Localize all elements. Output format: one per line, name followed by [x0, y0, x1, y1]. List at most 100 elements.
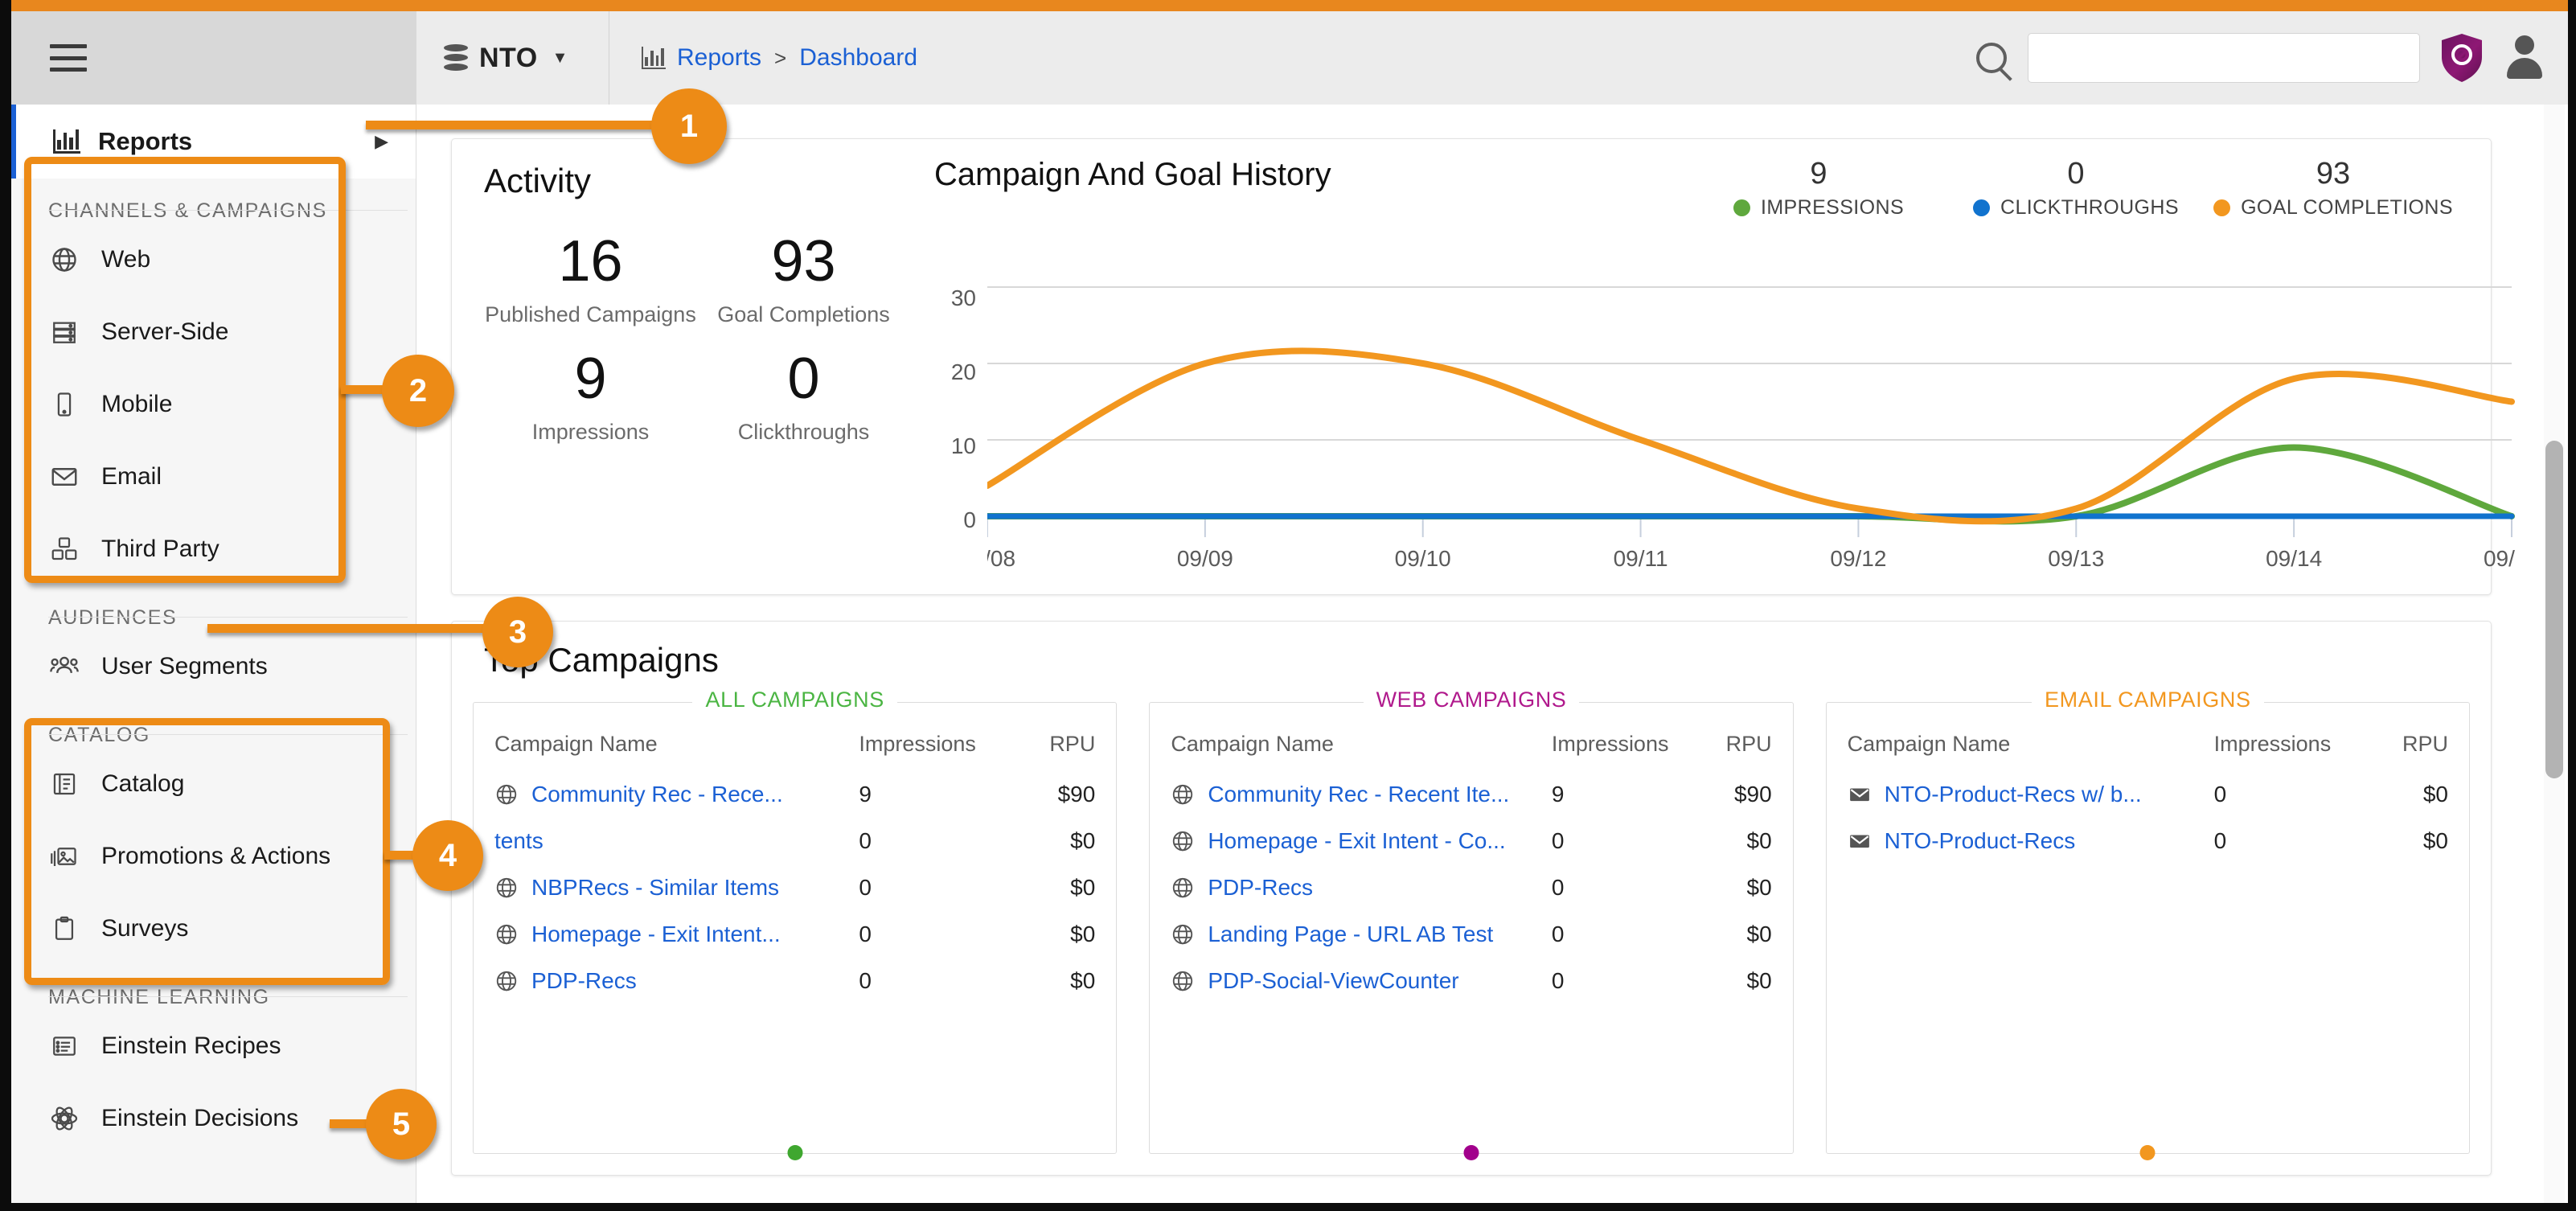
org-name-label: NTO	[479, 42, 538, 73]
sidebar-item-einstein-recipes[interactable]: Einstein Recipes	[11, 1010, 416, 1082]
panel-legend-label: WEB CAMPAIGNS	[1363, 688, 1580, 712]
search-icon[interactable]	[1976, 43, 2007, 73]
atom-gear-icon	[48, 1102, 80, 1135]
cell-impressions: 0	[1551, 828, 1565, 853]
cell-rpu: $90	[1057, 782, 1096, 807]
org-selector[interactable]: NTO ▼	[416, 11, 609, 105]
cell-impressions: 0	[1551, 922, 1565, 946]
bar-chart-icon	[53, 129, 80, 154]
svg-text:09/10: 09/10	[1395, 546, 1451, 571]
legend-item-clickthroughs: 0 CLICKTHROUGHS	[1947, 157, 2205, 220]
kpi-label: Impressions	[531, 420, 650, 445]
cell-impressions: 0	[2213, 782, 2227, 807]
shield-gear-icon[interactable]	[2441, 33, 2483, 83]
sidebar-group-title: MACHINE LEARNING	[48, 986, 286, 1009]
campaign-link[interactable]: Landing Page - URL AB Test	[1208, 922, 1493, 947]
cell-rpu: $0	[2422, 828, 2448, 853]
table-row[interactable]: Homepage - Exit Intent - Co... 0 $0	[1171, 818, 1772, 864]
campaign-link[interactable]: NTO-Product-Recs w/ b...	[1885, 782, 2142, 807]
panel-indicator-dot	[1463, 1145, 1479, 1160]
kpi-impressions: 9 Impressions	[484, 350, 697, 446]
chevron-down-icon[interactable]: ▼	[552, 49, 568, 68]
window-left-border	[0, 0, 11, 1211]
campaign-link[interactable]: PDP-Recs	[531, 968, 637, 994]
campaign-link[interactable]: Community Rec - Rece...	[531, 782, 783, 807]
cell-impressions: 0	[859, 968, 872, 993]
hamburger-zone	[11, 11, 416, 105]
callout-badge: 4	[412, 820, 483, 891]
cell-rpu: $0	[1070, 828, 1096, 853]
sidebar-item-label: Einstein Recipes	[101, 1032, 281, 1059]
y-tick-30: 30	[950, 285, 976, 310]
chart-plot-area: 30 20 10 0 09/08 09/09 09/10 09/11 09/12 09/1…	[934, 247, 2515, 578]
panel-legend-label: EMAIL CAMPAIGNS	[2032, 688, 2264, 712]
web-campaigns-panel: WEB CAMPAIGNS Campaign Name Impressions …	[1149, 688, 1794, 1160]
svg-text:09/15: 09/15	[2484, 546, 2515, 571]
app-window: NTO ▼ Reports > Dashboard Reports ▶ CHAN…	[0, 0, 2576, 1211]
globe-icon	[1171, 969, 1195, 993]
user-avatar-icon[interactable]	[2504, 35, 2545, 80]
kpi-grid: 16 Published Campaigns 93 Goal Completio…	[484, 232, 910, 468]
svg-text:09/12: 09/12	[1830, 546, 1886, 571]
panel-indicator-dot	[787, 1145, 803, 1160]
campaign-link[interactable]: Homepage - Exit Intent...	[531, 922, 781, 947]
campaign-link[interactable]: NBPRecs - Similar Items	[531, 875, 779, 901]
chart-svg: 09/08 09/09 09/10 09/11 09/12 09/13 09/14 09/15	[987, 286, 2515, 571]
sidebar-item-label: Reports	[98, 127, 193, 155]
breadcrumb-dashboard-link[interactable]: Dashboard	[799, 44, 917, 72]
activity-and-history-card: Activity 16 Published Campaigns 93 Goal …	[451, 138, 2515, 595]
sidebar-item-label: User Segments	[101, 653, 268, 679]
sidebar-item-user-segments[interactable]: User Segments	[11, 630, 416, 703]
y-tick-10: 10	[950, 433, 976, 458]
table-row[interactable]: NBPRecs - Similar Items 0 $0	[494, 864, 1095, 911]
campaign-link[interactable]: Homepage - Exit Intent - Co...	[1208, 828, 1505, 854]
panel-legend-label: ALL CAMPAIGNS	[692, 688, 897, 712]
campaign-link[interactable]: PDP-Social-ViewCounter	[1208, 968, 1458, 994]
sidebar-item-einstein-decisions[interactable]: Einstein Decisions	[11, 1082, 416, 1155]
col-header-name: Campaign Name	[1171, 732, 1334, 756]
breadcrumb-separator: >	[774, 45, 787, 70]
cell-rpu: $0	[1746, 875, 1772, 900]
campaign-link[interactable]: NTO-Product-Recs	[1885, 828, 2076, 854]
list-icon	[48, 1030, 80, 1062]
table-row[interactable]: Community Rec - Rece... 9 $90	[494, 771, 1095, 818]
bar-chart-icon	[642, 47, 666, 69]
table-row[interactable]: PDP-Recs 0 $0	[494, 958, 1095, 1004]
globe-icon	[494, 969, 519, 993]
table-row[interactable]: NTO-Product-Recs w/ b... 0 $0	[1848, 771, 2448, 818]
table-row[interactable]: NTO-Product-Recs 0 $0	[1848, 818, 2448, 864]
web-campaigns-table: Campaign Name Impressions RPU Community …	[1171, 727, 1771, 1004]
cell-impressions: 9	[859, 782, 872, 807]
campaign-link[interactable]: Community Rec - Recent Ite...	[1208, 782, 1509, 807]
campaign-link[interactable]: PDP-Recs	[1208, 875, 1313, 901]
legend-total: 9	[1810, 157, 1827, 191]
table-row[interactable]: PDP-Recs 0 $0	[1171, 864, 1772, 911]
globe-icon	[494, 876, 519, 900]
all-campaigns-table: Campaign Name Impressions RPU Community …	[494, 727, 1095, 1004]
table-row[interactable]: tents 0 $0	[494, 818, 1095, 864]
table-row[interactable]: PDP-Social-ViewCounter 0 $0	[1171, 958, 1772, 1004]
cell-impressions: 0	[859, 828, 872, 853]
cell-impressions: 0	[1551, 968, 1565, 993]
globe-icon	[1171, 876, 1195, 900]
cell-impressions: 9	[1551, 782, 1565, 807]
svg-text:09/09: 09/09	[1177, 546, 1233, 571]
cell-rpu: $0	[1746, 828, 1772, 853]
chevron-right-icon[interactable]: ▶	[375, 131, 388, 152]
kpi-goal-completions: 93 Goal Completions	[697, 232, 910, 329]
hamburger-icon[interactable]	[50, 44, 87, 72]
highlight-catalog	[24, 718, 390, 985]
envelope-icon	[1848, 782, 1872, 807]
cell-rpu: $0	[1746, 968, 1772, 993]
table-row[interactable]: Community Rec - Recent Ite... 9 $90	[1171, 771, 1772, 818]
campaign-link[interactable]: tents	[494, 828, 544, 854]
search-input[interactable]	[2028, 33, 2420, 83]
campaign-columns: ALL CAMPAIGNS Campaign Name Impressions …	[473, 688, 2470, 1160]
breadcrumb-reports-link[interactable]: Reports	[677, 44, 761, 72]
table-row[interactable]: Homepage - Exit Intent... 0 $0	[494, 911, 1095, 958]
chart-legend: 9 IMPRESSIONS 0 CLICKTHROUGHS 93 GOAL CO…	[1690, 157, 2462, 220]
vertical-scrollbar-thumb[interactable]	[2545, 441, 2563, 778]
table-row[interactable]: Landing Page - URL AB Test 0 $0	[1171, 911, 1772, 958]
cell-impressions: 0	[859, 875, 872, 900]
svg-text:09/08: 09/08	[987, 546, 1015, 571]
